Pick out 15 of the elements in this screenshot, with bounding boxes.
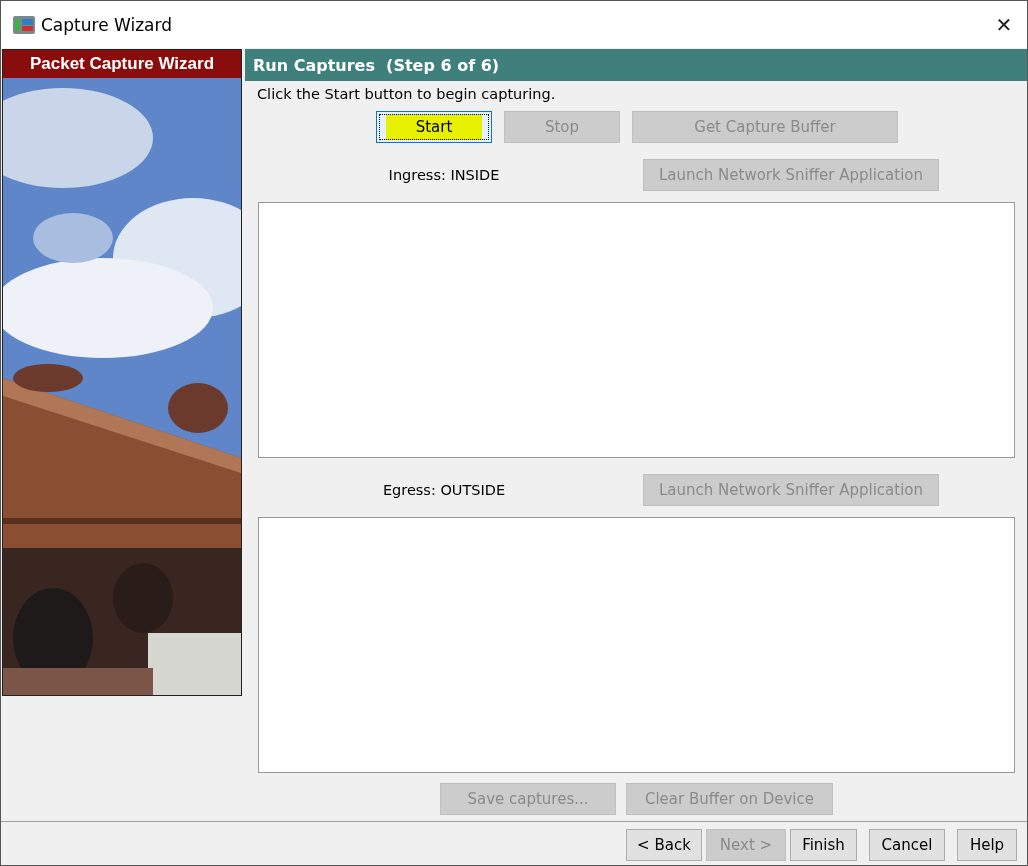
interface-label: Ingress: INSIDE [387, 167, 501, 183]
wizard-nav-button[interactable]: Finish [790, 829, 857, 861]
wizard-nav-button[interactable]: Help [957, 829, 1017, 861]
start-button[interactable]: Start [376, 111, 492, 143]
app-icon [13, 14, 35, 35]
step-title: Run Captures (Step 6 of 6) [245, 49, 1027, 81]
close-button[interactable]: ✕ [981, 12, 1027, 37]
interface-label: Egress: OUTSIDE [381, 482, 507, 498]
instruction-text: Click the Start button to begin capturing. [256, 85, 557, 104]
wizard-nav-button[interactable]: Cancel [869, 829, 945, 861]
wizard-nav-button[interactable]: < Back [626, 829, 702, 861]
window-title: Capture Wizard [41, 14, 173, 35]
sidebar-banner: Packet Capture Wizard [3, 50, 241, 78]
capture-output-area[interactable] [258, 517, 1015, 773]
capture-output-area[interactable] [258, 202, 1015, 458]
